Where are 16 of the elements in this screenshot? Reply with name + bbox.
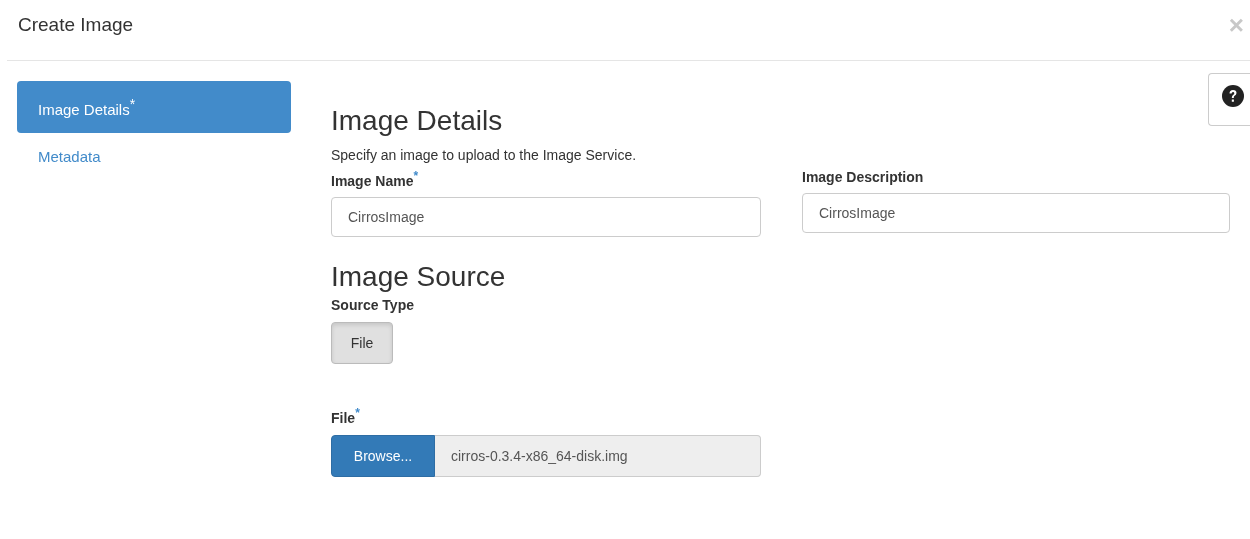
field-label: Image Description [802, 169, 925, 185]
sidebar-tab[interactable]: Metadata [17, 141, 291, 171]
text-field[interactable]: CirrosImage [331, 196, 761, 237]
section-description: Specify an image to upload to the Image Service. [331, 147, 637, 163]
field-label: Image Name$^{*}$ [331, 169, 420, 189]
window-title: Create Image [18, 14, 134, 36]
source-type-button[interactable]: File [331, 321, 393, 364]
browse-button[interactable]: Browse... [331, 435, 435, 478]
field-label: Source Type [331, 296, 414, 313]
field-label: File$^{*}$ [331, 405, 360, 426]
text-field[interactable]: CirrosImage [802, 193, 1230, 233]
help-button[interactable] [1208, 73, 1250, 126]
help-icon [1221, 84, 1244, 107]
file-name-field[interactable]: cirros-0.3.4-x86_64-disk.img [435, 435, 761, 478]
section-heading: Image Details [331, 105, 503, 137]
section-heading: Image Source [331, 260, 506, 293]
